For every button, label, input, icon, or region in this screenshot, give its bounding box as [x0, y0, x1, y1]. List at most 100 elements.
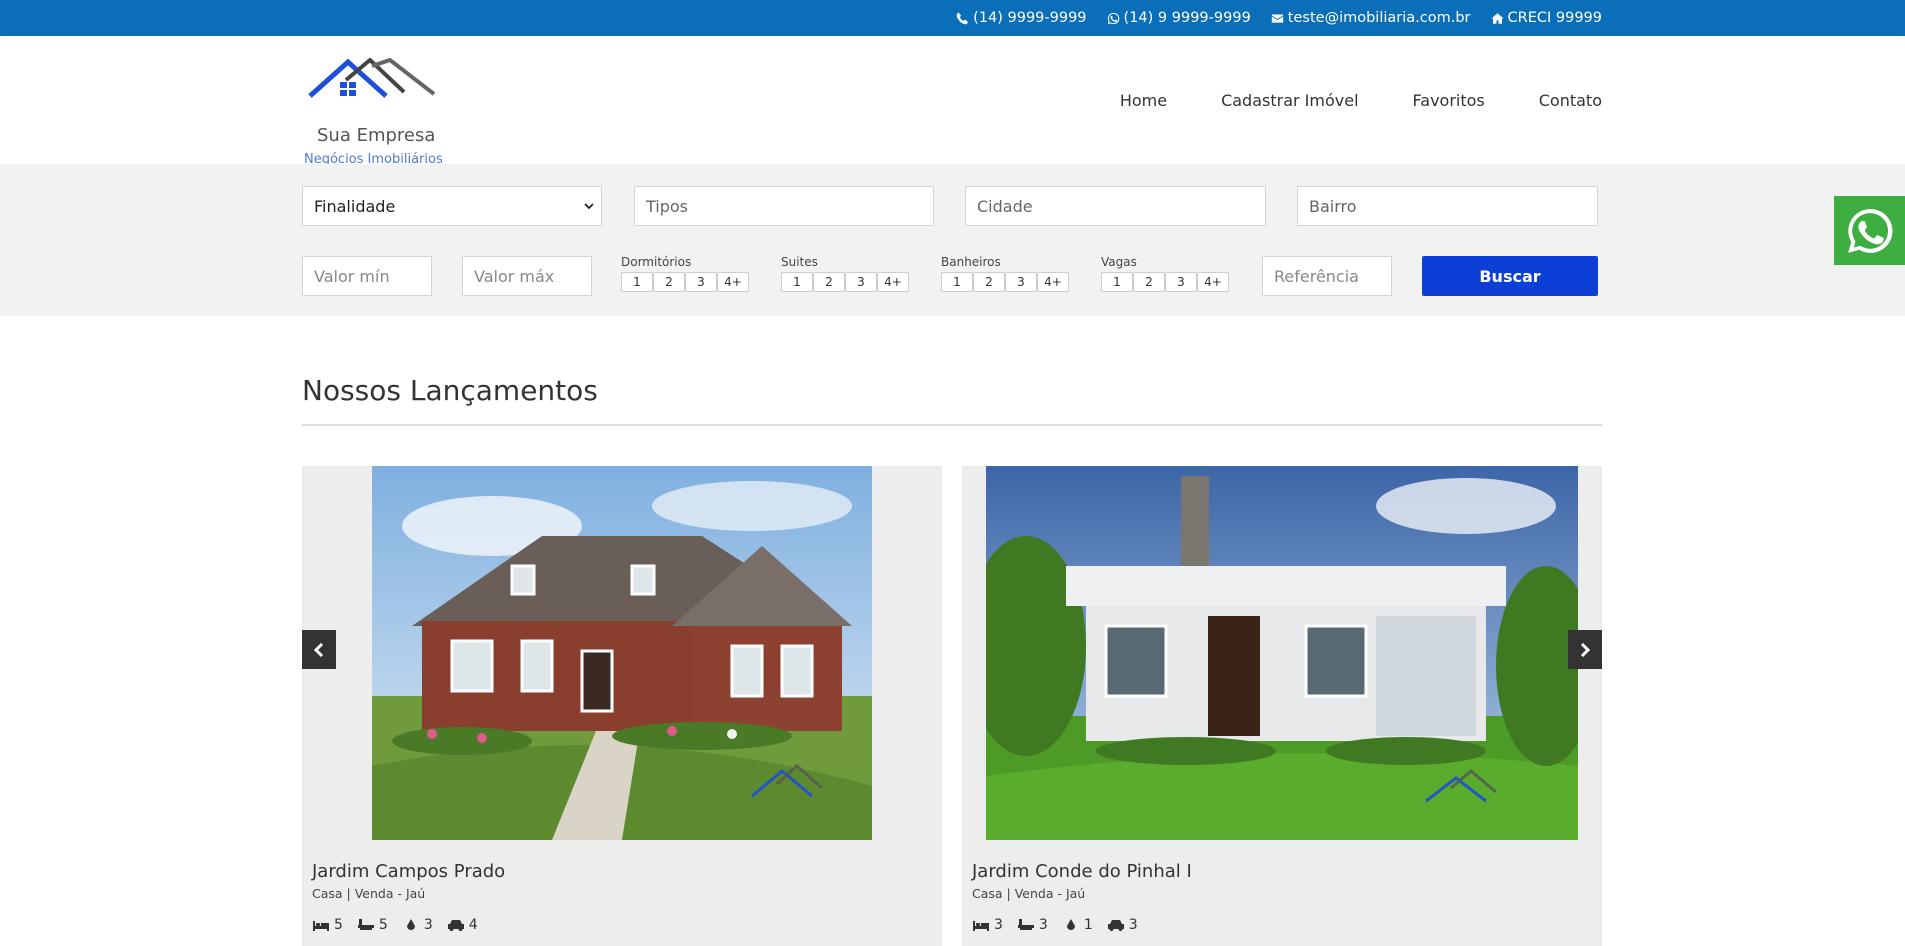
listing-card[interactable]: Jardim Conde do Pinhal I Casa | Venda - …: [962, 466, 1602, 946]
dormitorios-filter: Dormitórios 1 2 3 4+: [621, 255, 749, 292]
car-icon: [1107, 920, 1124, 931]
creci-info: CRECI 99999: [1490, 10, 1603, 26]
buscar-button[interactable]: Buscar: [1422, 256, 1598, 296]
garage-feature: 3: [1107, 917, 1138, 933]
finalidade-value: Finalidade: [314, 196, 396, 216]
dormitorios-option-2[interactable]: 2: [653, 272, 685, 292]
filter-label: Dormitórios: [621, 255, 692, 269]
roof-logo-icon: [308, 58, 436, 98]
chevron-down-icon: [584, 203, 594, 210]
baths-feature: 1: [1062, 917, 1093, 933]
top-bar: (14) 9999-9999 (14) 9 9999-9999 teste@im…: [0, 0, 1905, 36]
listing-photo[interactable]: [986, 466, 1578, 840]
vagas-filter: Vagas 1 2 3 4+: [1101, 255, 1229, 292]
bathtub-icon: [1017, 919, 1034, 930]
main-nav: Home Cadastrar Imóvel Favoritos Contato: [1120, 91, 1602, 110]
envelope-icon: [1271, 13, 1283, 23]
garage-count: 4: [468, 917, 478, 933]
banheiros-option-4plus[interactable]: 4+: [1037, 272, 1069, 292]
whatsapp-number: (14) 9 9999-9999: [1123, 10, 1251, 26]
suites-filter: Suites 1 2 3 4+: [781, 255, 909, 292]
finalidade-select[interactable]: Finalidade: [302, 186, 602, 226]
valor-max-placeholder: Valor máx: [474, 266, 555, 286]
vagas-option-4plus[interactable]: 4+: [1197, 272, 1229, 292]
bathtubs-feature: 5: [357, 917, 388, 933]
valor-max-input[interactable]: Valor máx: [462, 256, 592, 296]
dormitorios-option-1[interactable]: 1: [621, 272, 653, 292]
suites-option-2[interactable]: 2: [813, 272, 845, 292]
vagas-option-1[interactable]: 1: [1101, 272, 1133, 292]
listing-features: 3 3 1 3: [972, 917, 1138, 933]
nav-home[interactable]: Home: [1120, 91, 1167, 110]
listing-card[interactable]: Jardim Campos Prado Casa | Venda - Jaú 5…: [302, 466, 942, 946]
nav-favoritos[interactable]: Favoritos: [1413, 91, 1485, 110]
bairro-placeholder: Bairro: [1309, 196, 1357, 216]
chevron-right-icon: [1580, 642, 1591, 657]
nav-contato[interactable]: Contato: [1539, 91, 1602, 110]
bed-icon: [313, 921, 329, 931]
referencia-input[interactable]: Referência: [1262, 256, 1392, 296]
chevron-left-icon: [313, 642, 324, 657]
listing-title[interactable]: Jardim Conde do Pinhal I: [972, 861, 1192, 882]
carousel-next-button[interactable]: [1568, 630, 1602, 669]
listing-photo[interactable]: [372, 466, 872, 840]
dormitorios-option-3[interactable]: 3: [685, 272, 717, 292]
phone-number: (14) 9999-9999: [973, 10, 1087, 26]
whatsapp-contact[interactable]: (14) 9 9999-9999: [1107, 10, 1251, 26]
banheiros-option-1[interactable]: 1: [941, 272, 973, 292]
bairro-input[interactable]: Bairro: [1297, 186, 1598, 226]
email-contact[interactable]: teste@imobiliaria.com.br: [1271, 10, 1471, 26]
phone-icon: [956, 12, 969, 24]
baths-feature: 3: [402, 917, 433, 933]
suites-option-4plus[interactable]: 4+: [877, 272, 909, 292]
home-icon: [1490, 12, 1504, 24]
car-icon: [447, 920, 464, 931]
whatsapp-float-button[interactable]: [1834, 196, 1905, 265]
search-panel: Finalidade Tipos Cidade Bairro Valor mín…: [0, 164, 1905, 316]
cidade-placeholder: Cidade: [977, 196, 1033, 216]
phone-contact[interactable]: (14) 9999-9999: [956, 10, 1087, 26]
bathtub-icon: [357, 919, 374, 930]
nav-cadastrar-imovel[interactable]: Cadastrar Imóvel: [1221, 91, 1358, 110]
carousel-prev-button[interactable]: [302, 630, 336, 669]
bathtubs-feature: 3: [1017, 917, 1048, 933]
banheiros-option-2[interactable]: 2: [973, 272, 1005, 292]
listing-features: 5 5 3 4: [312, 917, 478, 933]
bed-icon: [973, 921, 989, 931]
listing-subtitle: Casa | Venda - Jaú: [972, 886, 1086, 901]
banheiros-option-3[interactable]: 3: [1005, 272, 1037, 292]
whatsapp-icon: [1847, 208, 1893, 253]
site-header: Sua Empresa Negócios Imobiliários Home C…: [0, 36, 1905, 167]
bedrooms-count: 3: [994, 917, 1003, 933]
filter-label: Vagas: [1101, 255, 1137, 269]
tipos-input[interactable]: Tipos: [634, 186, 934, 226]
baths-count: 3: [423, 917, 433, 933]
bathtubs-count: 5: [378, 917, 388, 933]
banheiros-filter: Banheiros 1 2 3 4+: [941, 255, 1069, 292]
suites-option-1[interactable]: 1: [781, 272, 813, 292]
bathtubs-count: 3: [1038, 917, 1048, 933]
garage-feature: 4: [447, 917, 478, 933]
baths-count: 1: [1083, 917, 1093, 933]
valor-min-input[interactable]: Valor mín: [302, 256, 432, 296]
house-photo: [372, 466, 872, 840]
vagas-option-2[interactable]: 2: [1133, 272, 1165, 292]
garage-count: 3: [1128, 917, 1138, 933]
logo-company-name: Sua Empresa: [317, 125, 436, 146]
filter-label: Banheiros: [941, 255, 1001, 269]
vagas-option-3[interactable]: 3: [1165, 272, 1197, 292]
tipos-placeholder: Tipos: [646, 196, 689, 216]
bedrooms-feature: 5: [312, 917, 343, 933]
company-logo[interactable]: Sua Empresa Negócios Imobiliários: [302, 58, 443, 167]
section-divider: [302, 424, 1602, 426]
listing-subtitle: Casa | Venda - Jaú: [312, 886, 426, 901]
whatsapp-icon: [1107, 12, 1119, 24]
dormitorios-option-4plus[interactable]: 4+: [717, 272, 749, 292]
creci-number: CRECI 99999: [1507, 10, 1603, 26]
water-drop-icon: [1066, 919, 1075, 930]
listing-title[interactable]: Jardim Campos Prado: [312, 861, 505, 882]
bedrooms-feature: 3: [972, 917, 1003, 933]
suites-option-3[interactable]: 3: [845, 272, 877, 292]
cidade-input[interactable]: Cidade: [965, 186, 1266, 226]
filter-label: Suites: [781, 255, 818, 269]
